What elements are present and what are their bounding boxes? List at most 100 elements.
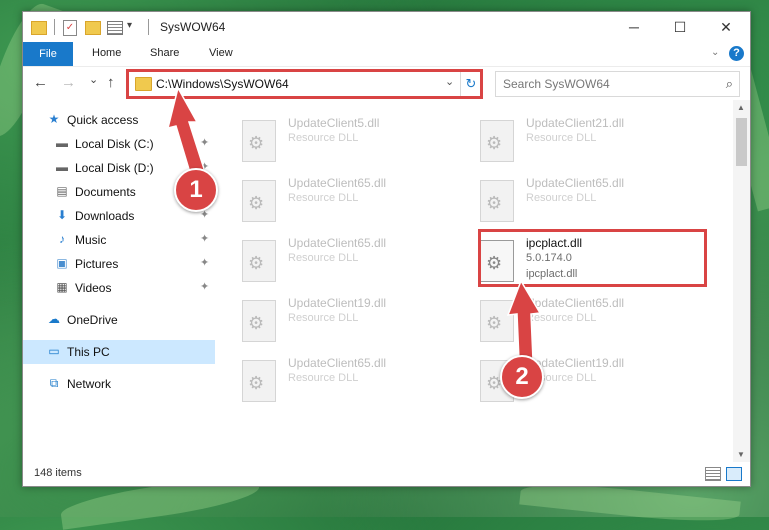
network-icon: ⧉ <box>49 376 59 390</box>
drive-icon: ▬ <box>56 160 68 174</box>
computer-icon: ▭ <box>48 344 60 358</box>
gear-icon: ⚙ <box>248 133 265 153</box>
large-icons-view-icon[interactable] <box>726 467 742 481</box>
window-title: SysWOW64 <box>160 20 226 34</box>
gear-icon: ⚙ <box>248 373 265 393</box>
sidebar-item-quick-access[interactable]: ★ Quick access <box>23 108 215 132</box>
pin-icon[interactable]: ✦ <box>200 232 209 245</box>
separator <box>148 19 149 35</box>
file-type: Resource DLL <box>288 372 359 384</box>
pin-icon[interactable]: ✦ <box>200 280 209 293</box>
search-input[interactable]: Search SysWOW64 ⌕ <box>495 71 740 97</box>
file-type: Resource DLL <box>526 132 597 144</box>
file-item[interactable]: ⚙ UpdateClient65.dll Resource DLL <box>456 294 686 350</box>
sidebar-item-pictures[interactable]: ▣ Pictures ✦ <box>23 252 215 276</box>
step-badge-1: 1 <box>174 168 218 212</box>
dll-file-icon: ⚙ <box>242 180 276 222</box>
file-type: Resource DLL <box>526 192 597 204</box>
pin-icon[interactable]: ✦ <box>200 256 209 269</box>
file-item[interactable]: ⚙ UpdateClient19.dll Resource DLL <box>218 294 448 350</box>
file-item[interactable]: ⚙ UpdateClient65.dll Resource DLL <box>218 234 448 290</box>
minimize-button[interactable]: ─ <box>611 12 657 42</box>
new-folder-icon[interactable] <box>85 21 101 35</box>
file-name: UpdateClient65.dll <box>288 176 387 190</box>
navigation-bar: ← → ⌄ ↑ C:\Windows\SysWOW64 ⌄ ↻ Search S… <box>23 67 750 99</box>
dll-file-icon: ⚙ <box>242 240 276 282</box>
sidebar-item-label: Local Disk (D:) <box>75 161 154 175</box>
sidebar-item-this-pc[interactable]: ▭ This PC <box>23 340 215 364</box>
sidebar-item-network[interactable]: ⧉ Network <box>23 372 215 396</box>
downloads-icon: ⬇ <box>56 208 68 222</box>
tab-file[interactable]: File <box>23 42 73 66</box>
maximize-button[interactable]: ☐ <box>657 12 703 42</box>
sidebar-item-label: Pictures <box>75 257 119 271</box>
gear-icon: ⚙ <box>486 193 503 213</box>
tab-view[interactable]: View <box>209 47 233 59</box>
up-button[interactable]: ↑ <box>107 74 115 91</box>
back-button[interactable]: ← <box>33 74 48 91</box>
status-bar: 148 items <box>23 462 750 486</box>
dll-file-icon: ⚙ <box>242 120 276 162</box>
file-type: Resource DLL <box>288 192 359 204</box>
gear-icon: ⚙ <box>248 253 265 273</box>
properties-icon[interactable]: ✓ <box>63 20 77 36</box>
sidebar-item-label: This PC <box>67 345 110 359</box>
sidebar-item-videos[interactable]: ▦ Videos ✦ <box>23 276 215 300</box>
dll-file-icon: ⚙ <box>480 300 514 342</box>
close-button[interactable]: ✕ <box>703 12 749 42</box>
file-type: Resource DLL <box>526 312 597 324</box>
tab-home[interactable]: Home <box>92 47 121 59</box>
file-name: UpdateClient65.dll <box>288 236 387 250</box>
dll-file-icon: ⚙ <box>480 180 514 222</box>
file-item[interactable]: ⚙ UpdateClient21.dll Resource DLL <box>456 114 686 170</box>
file-name: UpdateClient65.dll <box>288 356 387 370</box>
sidebar-item-label: Downloads <box>75 209 135 223</box>
vertical-scrollbar[interactable]: ▲ ▼ <box>733 100 750 462</box>
file-name: UpdateClient5.dll <box>288 116 380 130</box>
drive-icon: ▬ <box>56 136 68 150</box>
chevron-down-icon[interactable]: ▾ <box>127 20 132 36</box>
cloud-icon: ☁ <box>48 312 60 326</box>
folder-icon <box>31 21 47 35</box>
pictures-icon: ▣ <box>56 256 68 270</box>
sidebar-item-onedrive[interactable]: ☁ OneDrive <box>23 308 215 332</box>
customize-quick-access-icon[interactable] <box>107 21 123 35</box>
sidebar-item-label: Local Disk (C:) <box>75 137 154 151</box>
music-icon: ♪ <box>59 232 65 246</box>
forward-button[interactable]: → <box>61 74 76 91</box>
file-item[interactable]: ⚙ UpdateClient5.dll Resource DLL <box>218 114 448 170</box>
title-bar: ✓ ▾ SysWOW64 ─ ☐ ✕ <box>23 12 750 42</box>
tab-share[interactable]: Share <box>150 47 179 59</box>
dll-file-icon: ⚙ <box>480 120 514 162</box>
pin-icon[interactable]: ✦ <box>200 136 209 149</box>
file-name: UpdateClient65.dll <box>526 296 625 310</box>
file-list: ⚙ UpdateClient5.dll Resource DLL ⚙ Updat… <box>218 100 733 462</box>
scroll-thumb[interactable] <box>736 118 747 166</box>
sidebar-item-music[interactable]: ♪ Music ✦ <box>23 228 215 252</box>
sidebar-item-label: Network <box>67 377 112 391</box>
gear-icon: ⚙ <box>486 133 503 153</box>
item-count: 148 items <box>34 467 82 479</box>
search-placeholder: Search SysWOW64 <box>503 77 610 91</box>
recent-locations-button[interactable]: ⌄ <box>89 73 98 86</box>
file-name: UpdateClient19.dll <box>288 296 387 310</box>
separator <box>54 19 55 35</box>
sidebar-item-label: OneDrive <box>67 313 118 327</box>
sidebar-item-label: Music <box>75 233 107 247</box>
address-highlight-box <box>126 69 483 99</box>
file-item[interactable]: ⚙ UpdateClient65.dll Resource DLL <box>456 174 686 230</box>
gear-icon: ⚙ <box>486 313 503 333</box>
file-item[interactable]: ⚙ UpdateClient19.dll Resource DLL <box>456 354 686 410</box>
expand-ribbon-icon[interactable]: ⌄ <box>711 47 719 58</box>
scroll-down-icon[interactable]: ▼ <box>737 450 745 459</box>
ribbon-tabs: File Home Share View ⌄ ? <box>23 42 750 67</box>
help-icon[interactable]: ? <box>729 46 744 61</box>
file-item[interactable]: ⚙ UpdateClient65.dll Resource DLL <box>218 174 448 230</box>
scroll-up-icon[interactable]: ▲ <box>737 103 745 112</box>
file-type: Resource DLL <box>288 132 359 144</box>
details-view-icon[interactable] <box>705 467 721 481</box>
file-name: UpdateClient65.dll <box>526 176 625 190</box>
sidebar-item-local-disk-c[interactable]: ▬ Local Disk (C:) ✦ <box>23 132 215 156</box>
documents-icon: ▤ <box>56 184 68 198</box>
file-item[interactable]: ⚙ UpdateClient65.dll Resource DLL <box>218 354 448 410</box>
